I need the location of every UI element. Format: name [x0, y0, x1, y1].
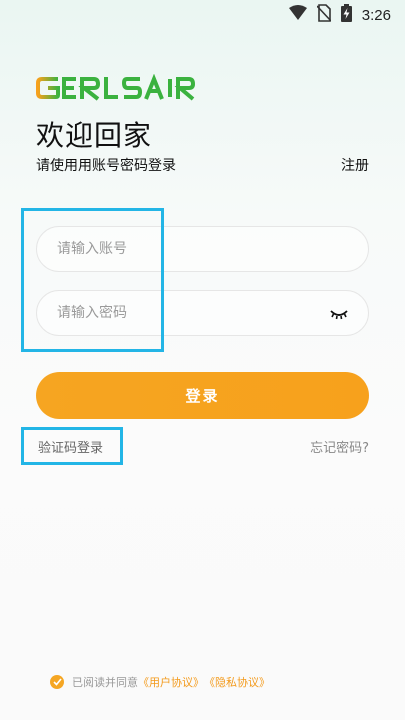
wifi-icon: [288, 5, 307, 25]
agreement-row: 已阅读并同意 《用户协议》 《隐私协议》: [50, 673, 270, 691]
agreement-prefix: 已阅读并同意: [72, 676, 138, 689]
login-button[interactable]: 登录: [36, 372, 369, 419]
status-icons: 3:26: [288, 4, 391, 26]
page-title: 欢迎回家: [36, 119, 153, 152]
check-icon: [52, 678, 62, 686]
highlight-box-inputs: [21, 208, 164, 352]
login-subtitle: 请使用用账号密码登录: [36, 158, 176, 174]
status-time: 3:26: [361, 6, 391, 24]
status-bar: 3:26: [0, 0, 405, 30]
agreement-checkbox[interactable]: [50, 675, 64, 689]
privacy-policy-link[interactable]: 《隐私协议》: [204, 674, 270, 690]
code-login-link[interactable]: 验证码登录: [38, 437, 103, 456]
no-sim-icon: [316, 4, 332, 26]
forgot-password-link[interactable]: 忘记密码?: [310, 437, 369, 456]
eye-closed-icon[interactable]: [330, 305, 348, 321]
user-agreement-link[interactable]: 《用户协议》: [138, 674, 204, 690]
battery-charging-icon: [340, 4, 352, 26]
gerlsair-logo: [36, 73, 196, 102]
register-link[interactable]: 注册: [341, 155, 369, 175]
